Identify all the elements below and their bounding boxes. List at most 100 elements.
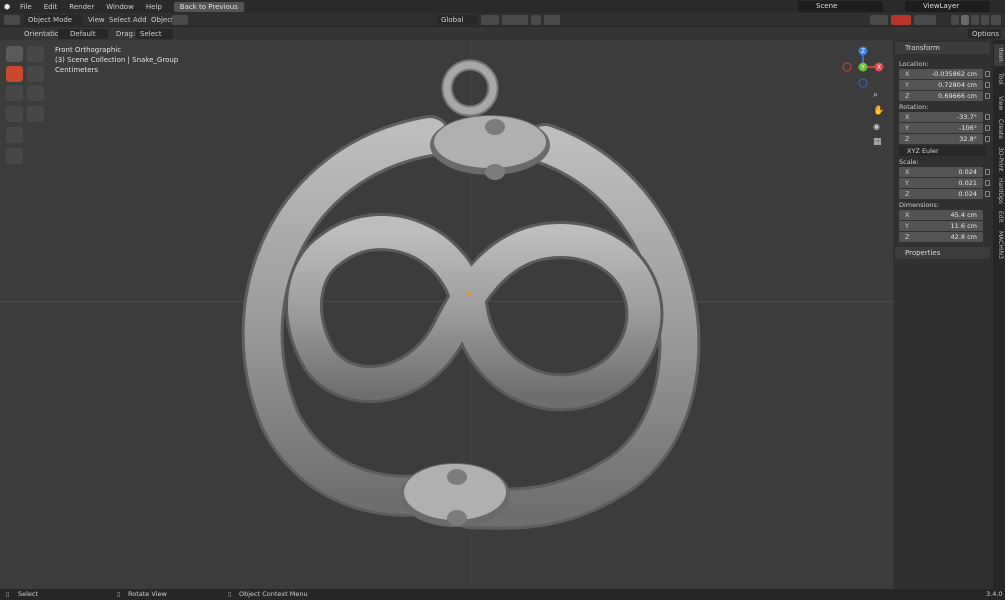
tab-edit[interactable]: Edit	[994, 208, 1004, 226]
scene-selector[interactable]: Scene	[798, 1, 883, 12]
dimensions-y-field[interactable]: Y 11.6 cm	[899, 221, 983, 231]
tool-settings-bar: Orientation: Default Drag: Select Box Op…	[0, 27, 1005, 48]
zoom-icon[interactable]: ⌕	[873, 90, 878, 100]
location-z-field[interactable]: Z 0.69666 cm	[899, 91, 983, 101]
version-label: 3.4.0	[986, 590, 1003, 598]
lock-icon[interactable]	[985, 82, 990, 88]
snap-icon[interactable]	[502, 15, 528, 25]
scale-tool-icon[interactable]	[6, 85, 23, 101]
overlay-toggle-icon[interactable]	[914, 15, 936, 25]
lock-icon[interactable]	[985, 191, 990, 197]
shading-options-icon[interactable]	[991, 15, 1001, 25]
camera-icon[interactable]: ◉	[873, 122, 880, 131]
blender-logo-icon[interactable]: ⬢	[0, 0, 14, 13]
units-info: Centimeters	[55, 66, 99, 74]
lock-icon[interactable]	[985, 169, 990, 175]
status-context: Object Context Menu	[239, 590, 308, 598]
material-shading-icon[interactable]	[971, 15, 979, 25]
properties-panel-header[interactable]: Properties	[895, 247, 990, 259]
transform-orientation-dropdown[interactable]: Global	[437, 15, 477, 25]
rotation-x-field[interactable]: X -33.7°	[899, 112, 983, 122]
tab-item[interactable]: Item	[994, 44, 1004, 66]
lock-icon[interactable]	[985, 125, 990, 131]
tab-tool[interactable]: Tool	[994, 68, 1004, 90]
scale-x-field[interactable]: X 0.024	[899, 167, 983, 177]
dimensions-x-field[interactable]: X 45.4 cm	[899, 210, 983, 220]
lock-icon[interactable]	[985, 136, 990, 142]
grid-view-icon[interactable]: ▦	[873, 137, 882, 147]
xray-icon[interactable]	[951, 15, 959, 25]
scale-z-field[interactable]: Z 0.024	[899, 189, 983, 199]
pivot-point-icon[interactable]	[481, 15, 499, 25]
solid-shading-icon[interactable]	[961, 15, 969, 25]
status-rotate: Rotate View	[128, 590, 167, 598]
location-y-field[interactable]: Y 0.72804 cm	[899, 80, 983, 90]
rendered-shading-icon[interactable]	[981, 15, 989, 25]
drag-label: Drag:	[116, 30, 136, 38]
location-label: Location:	[899, 60, 929, 68]
add-cube-tool-icon[interactable]	[6, 127, 23, 143]
menu-help[interactable]: Help	[140, 3, 168, 11]
status-bar: ▯ Select ▯ Rotate View ▯ Object Context …	[0, 589, 1005, 600]
mode-dropdown[interactable]: Object Mode	[24, 15, 82, 25]
menu-add[interactable]: Add	[133, 15, 147, 25]
falloff-icon[interactable]	[544, 15, 560, 25]
measure-tool-icon[interactable]	[27, 106, 44, 122]
menu-window[interactable]: Window	[100, 3, 140, 11]
extra-tool-icon[interactable]	[6, 148, 23, 164]
annotate-tool-icon[interactable]	[6, 106, 23, 122]
3d-viewport[interactable]: Front Orthographic (3) Scene Collection …	[0, 40, 893, 589]
location-x-field[interactable]: X -0.035862 cm	[899, 69, 983, 79]
object-filter-icon[interactable]	[172, 15, 188, 25]
tab-create[interactable]: Create	[994, 116, 1004, 142]
menu-file[interactable]: File	[14, 3, 38, 11]
proportional-edit-icon[interactable]	[531, 15, 541, 25]
menu-render[interactable]: Render	[63, 3, 100, 11]
lock-icon[interactable]	[985, 180, 990, 186]
gizmo-x-label: X	[877, 64, 881, 71]
options-dropdown[interactable]: Options	[968, 29, 1001, 39]
tab-3d-print[interactable]: 3D-Print	[994, 144, 1004, 174]
gizmo-toggle-icon[interactable]	[891, 15, 911, 25]
lock-icon[interactable]	[985, 71, 990, 77]
transform-panel-header[interactable]: Transform	[895, 42, 990, 54]
mouse-right-icon: ▯	[228, 590, 232, 598]
pan-hand-icon[interactable]: ✋	[873, 106, 884, 116]
rotation-label: Rotation:	[899, 103, 929, 111]
cursor-tool-icon[interactable]	[27, 46, 44, 62]
tab-hardops[interactable]: HardOps	[994, 176, 1004, 206]
tab-view[interactable]: View	[994, 92, 1004, 114]
drag-dropdown[interactable]: Select Box	[136, 29, 173, 48]
lock-icon[interactable]	[985, 114, 990, 120]
menu-view[interactable]: View	[88, 15, 105, 25]
scale-y-field[interactable]: Y 0.021	[899, 178, 983, 188]
snake-model[interactable]	[0, 40, 893, 589]
status-select: Select	[18, 590, 39, 598]
navigation-gizmo[interactable]: Z X Y	[840, 45, 890, 95]
view-name: Front Orthographic	[55, 46, 122, 54]
back-to-previous-button[interactable]: Back to Previous	[173, 1, 244, 12]
orientation-dropdown[interactable]: Default	[58, 29, 108, 39]
menu-object[interactable]: Object	[151, 15, 174, 25]
rotation-z-field[interactable]: Z 32.8°	[899, 134, 983, 144]
visibility-icon[interactable]	[870, 15, 888, 25]
rotation-y-field[interactable]: Y -106°	[899, 123, 983, 133]
sidebar-tabs: Item Tool View Create 3D-Print HardOps E…	[993, 40, 1005, 589]
dimensions-label: Dimensions:	[899, 201, 940, 209]
dimensions-z-field[interactable]: Z 42.8 cm	[899, 232, 983, 242]
editor-type-icon[interactable]	[4, 15, 20, 25]
viewport-header: Object Mode View Select Add Object Globa…	[0, 13, 1005, 27]
menu-select[interactable]: Select	[109, 15, 131, 25]
move-tool-icon[interactable]	[6, 66, 23, 82]
transform-tool-icon[interactable]	[27, 85, 44, 101]
view-layer-selector[interactable]: ViewLayer	[905, 1, 990, 12]
rotate-tool-icon[interactable]	[27, 66, 44, 82]
lock-icon[interactable]	[985, 93, 990, 99]
tab-machin3[interactable]: MACHIN3	[994, 228, 1004, 262]
select-box-tool-icon[interactable]	[6, 46, 23, 62]
gizmo-y-label: Y	[860, 64, 865, 71]
rotation-mode-dropdown[interactable]: XYZ Euler	[899, 146, 986, 156]
scale-label: Scale:	[899, 158, 919, 166]
mouse-left-icon: ▯	[6, 590, 10, 598]
menu-edit[interactable]: Edit	[38, 3, 64, 11]
